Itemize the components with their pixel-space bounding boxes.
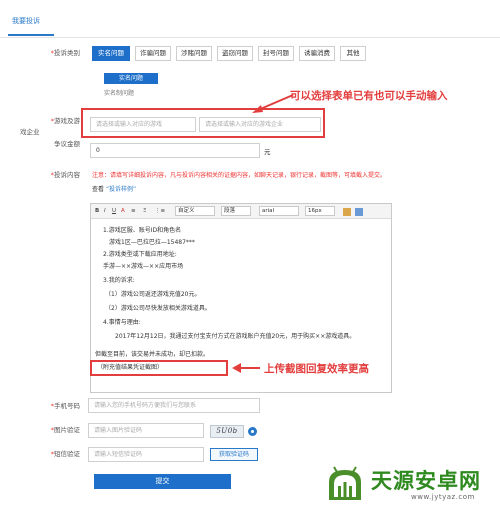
- editor-line: 1.游戏区服、账号ID和角色名: [103, 227, 182, 234]
- captcha-input[interactable]: 请输入图片验证码: [88, 423, 204, 438]
- android-logo-icon: [329, 466, 361, 500]
- phone-input[interactable]: 请输入您的手机号码方便我们与您联系: [88, 398, 260, 413]
- font-size-select[interactable]: 16px: [305, 206, 335, 216]
- example-link[interactable]: “投诉样例”: [106, 186, 136, 193]
- refresh-icon[interactable]: [248, 427, 257, 436]
- editor-line: （1）游戏公司返还游戏充值20元。: [105, 291, 201, 298]
- category-button-lure[interactable]: 诱骗消费: [299, 46, 335, 61]
- site-watermark: 天源安卓网 www.jytyaz.com: [325, 462, 497, 506]
- custom-style-select[interactable]: 自定义: [175, 206, 215, 216]
- game-company-label: *游戏及游: [50, 117, 80, 125]
- subcategory-option[interactable]: 实名制问题: [104, 88, 134, 97]
- subcategory-selected[interactable]: 实名问题: [104, 73, 158, 84]
- category-button-fraud[interactable]: 诈骗问题: [135, 46, 171, 61]
- editor-line: 4.事情与理由:: [103, 319, 141, 326]
- submit-button[interactable]: 提交: [94, 474, 231, 489]
- example-prefix: 查看: [92, 186, 105, 193]
- category-button-gambling[interactable]: 涉赌问题: [176, 46, 212, 61]
- category-button-ban[interactable]: 封号问题: [258, 46, 294, 61]
- get-sms-code-button[interactable]: 获取验证码: [210, 448, 258, 461]
- editor-line: 但截至目前，该交易并未成功，却已扣款。: [95, 351, 210, 358]
- editor-toolbar: B I U A ≡ Ξ ⋮≡ 自定义 段落 arial 16px: [91, 204, 391, 219]
- sms-input[interactable]: 请输入短信验证码: [88, 447, 204, 462]
- font-family-select[interactable]: arial: [259, 206, 299, 216]
- category-label: *投诉类别: [50, 49, 80, 57]
- editor-line: 2017年12月12日，我通过支付宝支付方式在游戏账户充值20元，用于购买××游…: [115, 333, 356, 340]
- annotation-form-note: 可以选择表单已有也可以手动输入: [290, 90, 448, 102]
- captcha-label: *图片验证: [50, 426, 80, 434]
- underline-icon[interactable]: U: [112, 207, 116, 215]
- game-input[interactable]: 请选择或输入对应的游戏: [90, 117, 196, 132]
- editor-line: 3.我的诉求:: [103, 277, 135, 284]
- attachment-icon[interactable]: [355, 208, 363, 216]
- editor-line: 2.游戏类型或下载应用地址:: [103, 251, 177, 258]
- category-button-theft[interactable]: 盗窃问题: [217, 46, 253, 61]
- paragraph-select[interactable]: 段落: [221, 206, 251, 216]
- game-company-label-2: 戏企业: [20, 128, 40, 136]
- category-button-realname[interactable]: 实名问题: [92, 46, 130, 61]
- amount-input[interactable]: 0: [90, 143, 260, 158]
- content-label: *投诉内容: [50, 171, 80, 179]
- watermark-name: 天源安卓网: [371, 469, 481, 493]
- content-notice: 注意：请填写详细投诉内容，凡与投诉内容相关的证据内容，如聊天记录，银行记录，截图…: [92, 172, 387, 179]
- phone-label: *手机号码: [50, 402, 80, 410]
- editor-line: 手游—××游戏—××应用市场: [103, 263, 184, 270]
- image-icon[interactable]: [343, 208, 351, 216]
- active-tab-indicator: [8, 34, 54, 36]
- annotation-upload-highlight: [90, 360, 228, 376]
- amount-label: 争议金额: [54, 140, 80, 148]
- italic-icon[interactable]: I: [104, 207, 106, 215]
- top-tab-bar: 我要投诉: [0, 0, 500, 38]
- indent-icon[interactable]: Ξ: [143, 207, 146, 215]
- example-row: 查看 “投诉样例”: [92, 184, 136, 193]
- company-input[interactable]: 请选择或输入对应的游戏企业: [199, 117, 321, 132]
- category-button-other[interactable]: 其他: [340, 46, 366, 61]
- align-icon[interactable]: ≡: [131, 207, 136, 215]
- editor-line: （2）游戏公司尽快发放相关游戏道具。: [105, 305, 211, 312]
- annotation-arrow-icon: [232, 363, 260, 373]
- editor-line: 游戏1区—巴拉巴拉—15487***: [109, 239, 195, 246]
- annotation-upload-note: 上传截图回复效率更高: [264, 363, 369, 375]
- font-color-icon[interactable]: A: [121, 207, 125, 215]
- list-icon[interactable]: ⋮≡: [155, 207, 165, 215]
- bold-icon[interactable]: B: [95, 207, 99, 215]
- tab-complaint[interactable]: 我要投诉: [12, 16, 40, 26]
- amount-unit: 元: [264, 148, 271, 156]
- watermark-url: www.jytyaz.com: [411, 493, 475, 501]
- captcha-image: 5U0b: [210, 425, 244, 438]
- sms-label: *短信验证: [50, 450, 80, 458]
